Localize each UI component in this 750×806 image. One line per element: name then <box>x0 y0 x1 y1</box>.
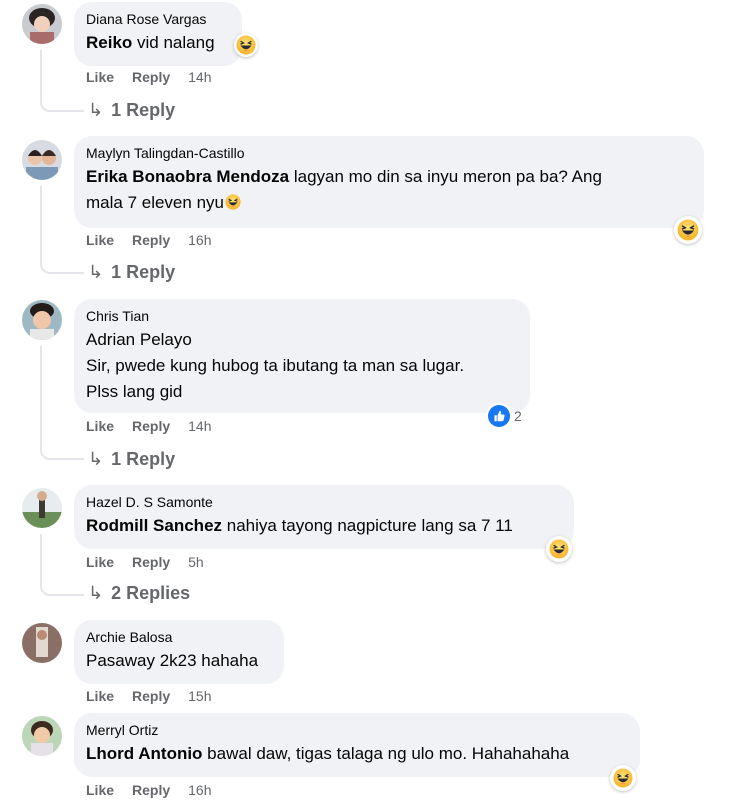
replies-label[interactable]: 2 Replies <box>111 583 190 603</box>
avatar[interactable] <box>22 623 62 663</box>
timestamp[interactable]: 15h <box>188 688 211 704</box>
replies-label[interactable]: 1 Reply <box>111 100 175 120</box>
reply-button[interactable]: Reply <box>132 688 170 704</box>
like-button[interactable]: Like <box>86 554 114 570</box>
comment-text: Erika Bonaobra Mendoza lagyan mo din sa … <box>86 164 692 190</box>
like-button[interactable]: Like <box>86 69 114 85</box>
haha-icon[interactable] <box>610 765 636 791</box>
reply-arrow-icon: ↳ <box>88 449 104 469</box>
haha-icon[interactable] <box>674 216 702 244</box>
like-button[interactable]: Like <box>86 782 114 798</box>
comment-actions: Like Reply 15h <box>86 688 230 704</box>
timestamp[interactable]: 16h <box>188 782 211 798</box>
comment-body: bawal daw, tigas talaga ng ulo mo. Hahah… <box>202 744 570 763</box>
avatar[interactable] <box>22 300 62 340</box>
mention-link[interactable]: Reiko <box>86 33 132 52</box>
comment-body: vid nalang <box>132 33 215 52</box>
reaction-summary[interactable]: 2 <box>488 405 522 427</box>
mention-link[interactable]: Erika Bonaobra Mendoza <box>86 167 289 186</box>
reply-button[interactable]: Reply <box>132 232 170 248</box>
comment-bubble: Hazel D. S Samonte Rodmill Sanchez nahiy… <box>74 485 574 549</box>
comment-text: Plss lang gid <box>86 382 183 401</box>
comment-author[interactable]: Maylyn Talingdan-Castillo <box>86 144 692 162</box>
replies-label[interactable]: 1 Reply <box>111 449 175 469</box>
comment-text: Sir, pwede kung hubog ta ibutang ta man … <box>86 356 465 375</box>
comment-text: Rodmill Sanchez nahiya tayong nagpicture… <box>86 513 562 539</box>
comment-body: lagyan mo din sa inyu meron pa ba? Ang <box>289 167 602 186</box>
comment-bubble: Chris Tian Adrian Pelayo Sir, pwede kung… <box>74 299 530 413</box>
comment-body: nahiya tayong nagpicture lang sa 7 11 <box>222 516 513 535</box>
comment-bubble: Maylyn Talingdan-Castillo Erika Bonaobra… <box>74 136 704 228</box>
comment-actions: Like Reply 16h <box>86 782 230 798</box>
avatar[interactable] <box>22 716 62 756</box>
avatar[interactable] <box>22 488 62 528</box>
comment-body: mala 7 eleven nyu <box>86 193 224 212</box>
haha-icon[interactable] <box>546 536 572 562</box>
like-icon <box>488 405 510 427</box>
comment-actions: Like Reply 5h <box>86 554 222 570</box>
reaction-count: 2 <box>514 408 522 424</box>
comment-author[interactable]: Archie Balosa <box>86 628 272 646</box>
comment-author[interactable]: Merryl Ortiz <box>86 721 628 739</box>
avatar[interactable] <box>22 4 62 44</box>
comment-author[interactable]: Diana Rose Vargas <box>86 10 230 28</box>
timestamp[interactable]: 14h <box>188 69 211 85</box>
mention-link[interactable]: Rodmill Sanchez <box>86 516 222 535</box>
comment-actions: Like Reply 16h <box>86 232 230 248</box>
rofl-icon <box>225 194 241 210</box>
comment-text: Pasaway 2k23 hahaha <box>86 651 259 670</box>
reply-arrow-icon: ↳ <box>88 262 104 282</box>
comment-bubble: Merryl Ortiz Lhord Antonio bawal daw, ti… <box>74 713 640 777</box>
view-replies[interactable]: ↳ 1 Reply <box>88 262 175 283</box>
comment-author[interactable]: Hazel D. S Samonte <box>86 493 562 511</box>
comment-bubble: Diana Rose Vargas Reiko vid nalang <box>74 2 242 66</box>
comment-text: Lhord Antonio bawal daw, tigas talaga ng… <box>86 741 628 767</box>
avatar[interactable] <box>22 140 62 180</box>
replies-label[interactable]: 1 Reply <box>111 262 175 282</box>
like-button[interactable]: Like <box>86 688 114 704</box>
haha-icon[interactable] <box>234 33 258 57</box>
reply-arrow-icon: ↳ <box>88 583 104 603</box>
reply-arrow-icon: ↳ <box>88 100 104 120</box>
comment-actions: Like Reply 14h <box>86 69 230 85</box>
view-replies[interactable]: ↳ 1 Reply <box>88 449 175 470</box>
like-button[interactable]: Like <box>86 232 114 248</box>
reply-button[interactable]: Reply <box>132 69 170 85</box>
timestamp[interactable]: 5h <box>188 554 204 570</box>
comment-text: Adrian Pelayo <box>86 330 192 349</box>
comment-actions: Like Reply 14h <box>86 418 230 434</box>
comment-author[interactable]: Chris Tian <box>86 307 518 325</box>
comment-text-line2: mala 7 eleven nyu <box>86 190 692 216</box>
mention-link[interactable]: Lhord Antonio <box>86 744 202 763</box>
timestamp[interactable]: 14h <box>188 418 211 434</box>
reply-button[interactable]: Reply <box>132 418 170 434</box>
reply-button[interactable]: Reply <box>132 782 170 798</box>
view-replies[interactable]: ↳ 1 Reply <box>88 100 175 121</box>
comment-text: Reiko vid nalang <box>86 30 230 56</box>
timestamp[interactable]: 16h <box>188 232 211 248</box>
comment-bubble: Archie Balosa Pasaway 2k23 hahaha <box>74 620 284 684</box>
reply-button[interactable]: Reply <box>132 554 170 570</box>
thread-connector <box>40 534 84 596</box>
view-replies[interactable]: ↳ 2 Replies <box>88 583 190 604</box>
like-button[interactable]: Like <box>86 418 114 434</box>
